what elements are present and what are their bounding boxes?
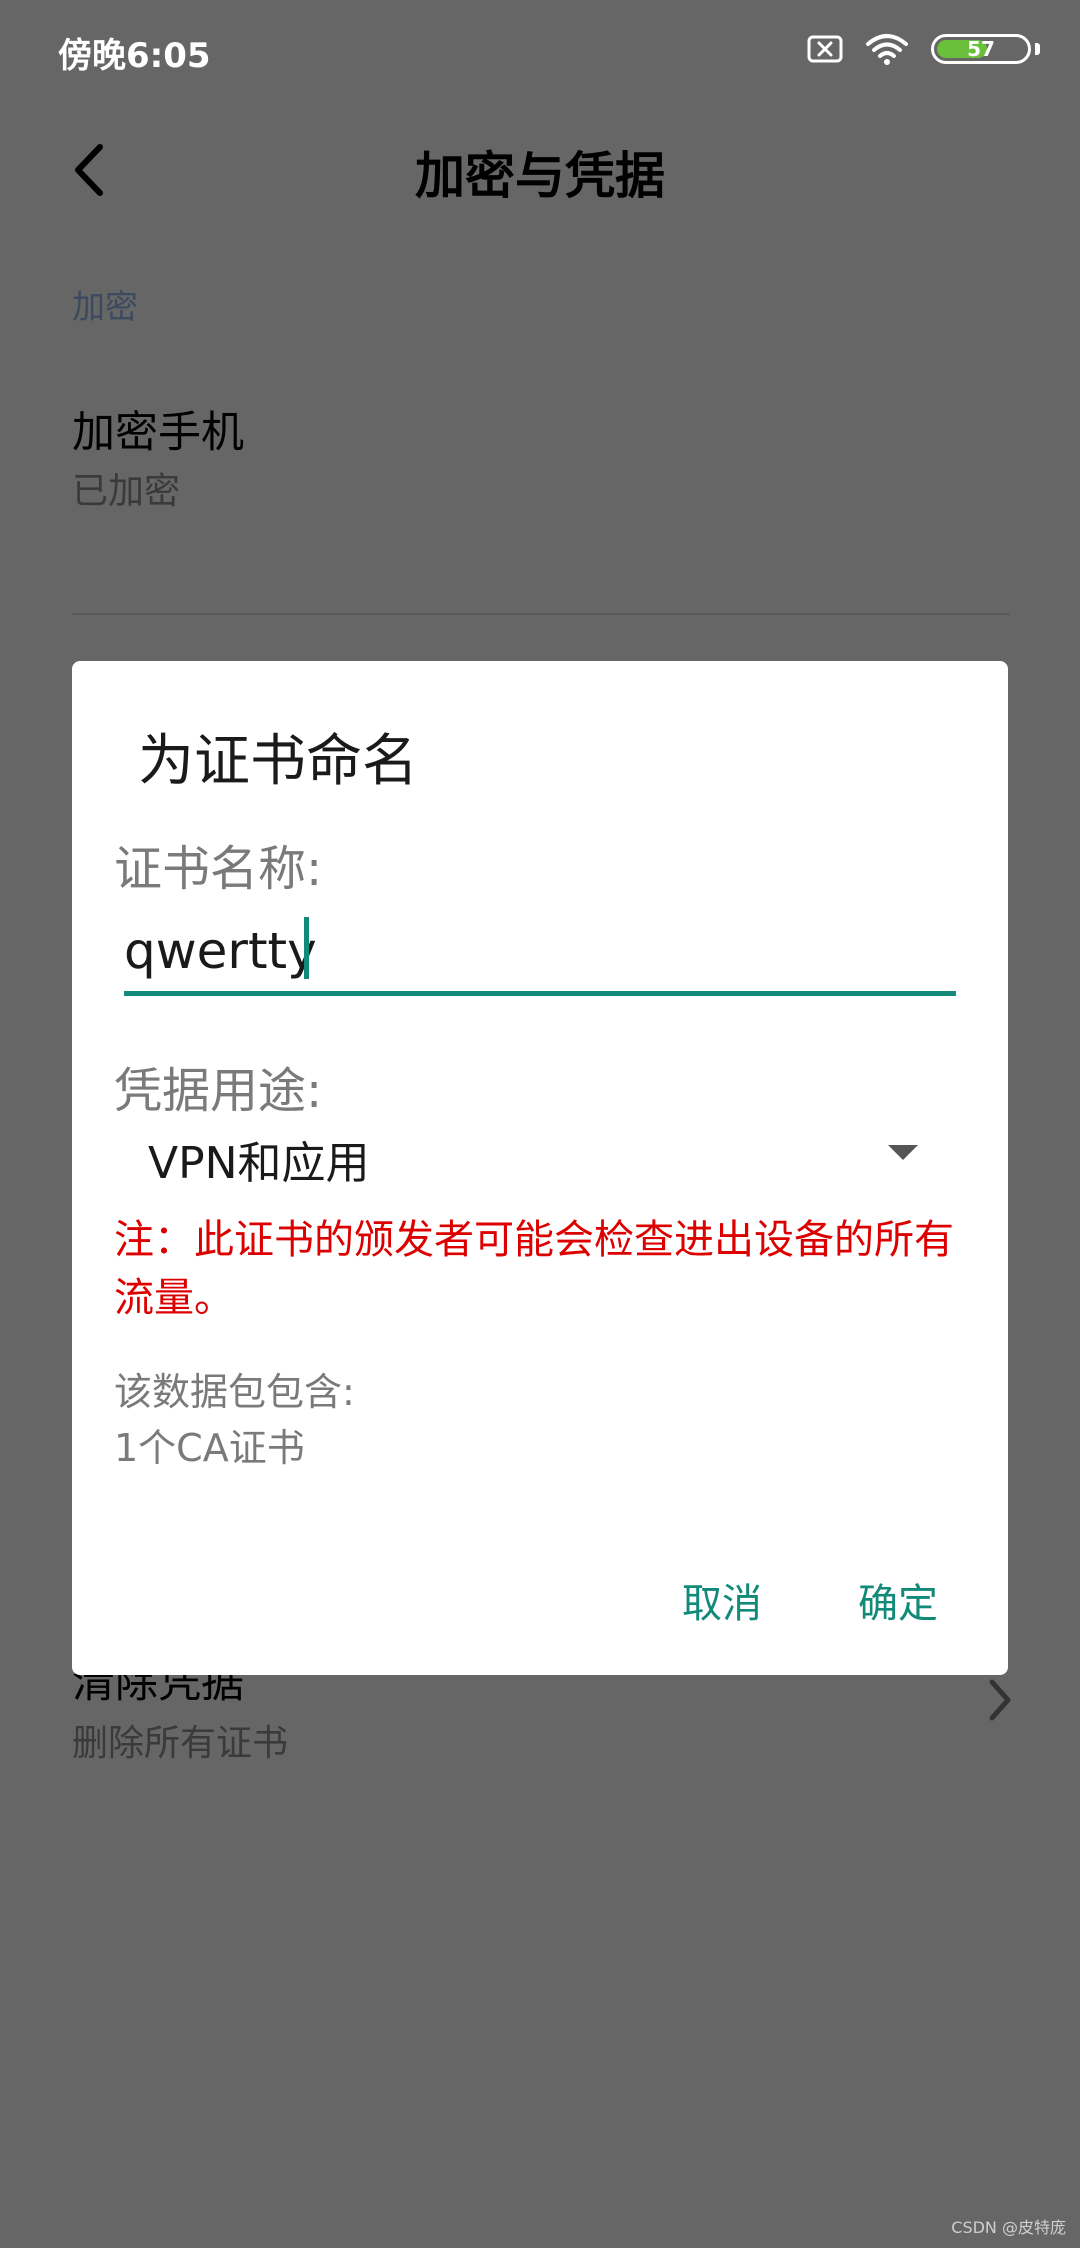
credential-usage-value: VPN和应用 xyxy=(148,1138,370,1189)
status-time: 傍晚6:05 xyxy=(58,36,211,76)
certificate-name-label: 证书名称: xyxy=(114,841,323,897)
credential-usage-label: 凭据用途: xyxy=(114,1063,323,1119)
text-cursor xyxy=(304,917,309,979)
package-contains-value: 1个CA证书 xyxy=(114,1426,305,1470)
chevron-right-icon xyxy=(989,1679,1011,1721)
battery-icon: 57 xyxy=(931,34,1031,64)
warning-text: 注：此证书的颁发者可能会检查进出设备的所有流量。 xyxy=(114,1217,954,1321)
dropdown-arrow-icon xyxy=(888,1145,918,1160)
page-title: 加密与凭据 xyxy=(415,147,665,205)
divider xyxy=(72,613,1010,615)
certificate-name-input[interactable] xyxy=(124,911,956,996)
ok-button[interactable]: 确定 xyxy=(842,1561,954,1639)
encrypt-phone-subtitle: 已加密 xyxy=(72,471,181,512)
dialog-title: 为证书命名 xyxy=(138,729,418,794)
package-contains-label: 该数据包包含: xyxy=(114,1370,355,1414)
encrypt-phone-item[interactable]: 加密手机 已加密 xyxy=(72,398,1010,518)
sim-off-icon xyxy=(807,35,843,63)
watermark: CSDN @皮特庞 xyxy=(951,2218,1066,2237)
status-icons: 57 xyxy=(807,32,1040,66)
battery-tip xyxy=(1035,43,1040,55)
section-label-encryption: 加密 xyxy=(72,287,138,326)
clear-credentials-subtitle: 删除所有证书 xyxy=(72,1723,289,1764)
wifi-icon xyxy=(866,34,908,65)
name-certificate-dialog: 为证书命名 证书名称: 凭据用途: VPN和应用 注：此证书的颁发者可能会检查进… xyxy=(72,661,1008,1675)
encrypt-phone-title: 加密手机 xyxy=(72,408,244,458)
cancel-button[interactable]: 取消 xyxy=(666,1561,778,1639)
battery-level: 57 xyxy=(967,37,995,61)
